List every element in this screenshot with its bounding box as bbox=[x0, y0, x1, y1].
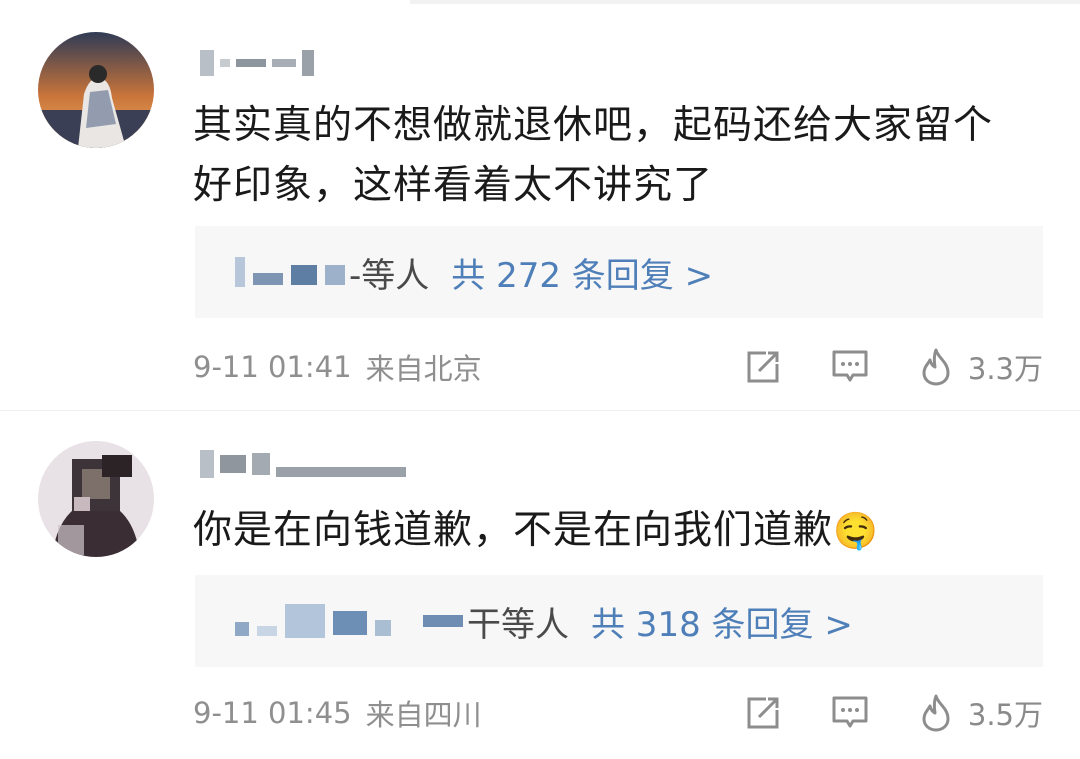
comment-meta: 9-11 01:45 来自四川 3.5万 bbox=[193, 693, 1043, 733]
timestamp: 9-11 01:41 bbox=[193, 350, 352, 384]
comment-button[interactable] bbox=[830, 348, 870, 386]
comment-1: 其实真的不想做就退休吧，起码还给大家留个 好印象，这样看着太不讲究了 -等人 共… bbox=[0, 0, 1080, 410]
masked-reply-names bbox=[235, 604, 463, 638]
share-button[interactable] bbox=[744, 348, 782, 386]
like-count: 3.5万 bbox=[967, 698, 1043, 732]
like-count: 3.3万 bbox=[967, 352, 1043, 386]
view-replies-link[interactable]: 共 272 条回复 > bbox=[451, 248, 713, 297]
username-masked[interactable] bbox=[200, 48, 314, 78]
reply-suffix: -等人 bbox=[349, 255, 430, 296]
fire-like-icon bbox=[922, 348, 950, 386]
comment-text: 你是在向钱道歉，不是在向我们道歉🤤 bbox=[193, 508, 879, 553]
reply-preview[interactable]: 干等人 共 318 条回复 > bbox=[195, 575, 1043, 667]
share-button[interactable] bbox=[744, 694, 782, 732]
comment-text: 其实真的不想做就退休吧，起码还给大家留个 好印象，这样看着太不讲究了 bbox=[193, 103, 994, 208]
location: 来自北京 bbox=[365, 352, 482, 386]
comment-meta: 9-11 01:41 来自北京 3.3万 bbox=[193, 347, 1043, 387]
share-icon bbox=[747, 697, 779, 729]
reply-suffix: 干等人 bbox=[467, 604, 569, 645]
drool-emoji: 🤤 bbox=[833, 511, 879, 552]
fire-like-icon bbox=[922, 694, 950, 732]
avatar[interactable] bbox=[38, 32, 154, 148]
share-icon bbox=[747, 351, 779, 383]
view-replies-link[interactable]: 共 318 条回复 > bbox=[591, 597, 853, 646]
avatar[interactable] bbox=[38, 441, 154, 557]
comment-icon bbox=[832, 350, 868, 382]
reply-preview[interactable]: -等人 共 272 条回复 > bbox=[195, 226, 1043, 318]
comment-2: 你是在向钱道歉，不是在向我们道歉🤤 干等人 共 318 条回复 > 9-11 0… bbox=[0, 411, 1080, 759]
location: 来自四川 bbox=[365, 698, 482, 732]
username-masked[interactable] bbox=[200, 449, 406, 479]
masked-reply-names bbox=[235, 257, 345, 287]
like-button[interactable]: 3.5万 bbox=[918, 692, 1043, 734]
comment-icon bbox=[832, 696, 868, 728]
timestamp: 9-11 01:45 bbox=[193, 696, 352, 730]
comment-button[interactable] bbox=[830, 694, 870, 732]
like-button[interactable]: 3.3万 bbox=[918, 346, 1043, 388]
